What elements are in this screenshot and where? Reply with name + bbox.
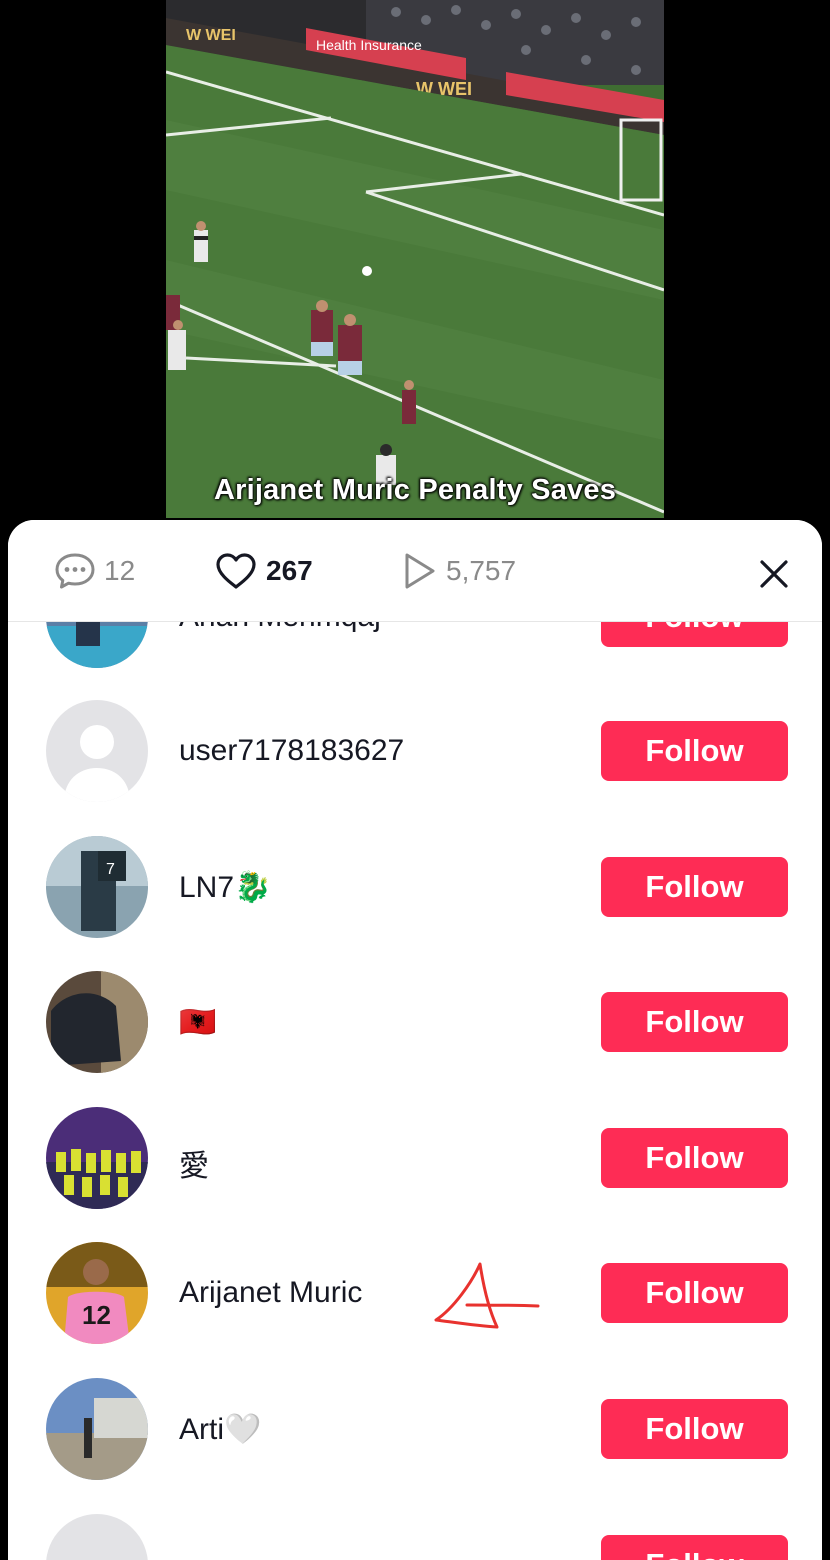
- username[interactable]: LN7🐉: [179, 870, 271, 905]
- comment-icon: [55, 553, 95, 589]
- avatar[interactable]: 12: [46, 1242, 148, 1344]
- list-item: 🇦🇱 Follow: [8, 971, 822, 1081]
- follow-button[interactable]: Follow: [601, 1128, 788, 1188]
- avatar[interactable]: [46, 1514, 148, 1560]
- likes-count: 267: [266, 555, 313, 586]
- views-tab[interactable]: 5,757: [398, 551, 516, 591]
- likes-sheet: 12 267 5,757 user7178183627 Follow 7 LN7…: [8, 520, 822, 1560]
- comments-count: 12: [104, 555, 136, 586]
- video-player[interactable]: W WEI Health Insurance W WEI W WEI: [166, 0, 664, 518]
- heart-icon: [216, 553, 256, 589]
- scribble-annotation: [434, 1262, 540, 1329]
- list-item: 愛 Follow: [8, 1107, 822, 1217]
- avatar[interactable]: [46, 700, 148, 802]
- follow-button[interactable]: Follow: [601, 857, 788, 917]
- stats-bar: 12 267 5,757: [8, 520, 822, 622]
- board-text: W WEI: [186, 27, 236, 44]
- avatar[interactable]: [46, 1378, 148, 1480]
- follow-button[interactable]: Follow: [601, 992, 788, 1052]
- svg-text:12: 12: [82, 1300, 111, 1330]
- username[interactable]: 愛: [179, 1141, 209, 1185]
- close-button[interactable]: [754, 554, 794, 594]
- follow-button[interactable]: Follow: [601, 1535, 788, 1560]
- username[interactable]: Arijanet Muric: [179, 1276, 362, 1310]
- svg-text:7: 7: [106, 861, 115, 878]
- list-item: Follow: [8, 1514, 822, 1560]
- username[interactable]: Arti🤍: [179, 1412, 261, 1447]
- avatar[interactable]: 7: [46, 836, 148, 938]
- list-item: 7 LN7🐉 Follow: [8, 836, 822, 946]
- views-count: 5,757: [446, 555, 517, 586]
- close-icon: [760, 560, 788, 588]
- ad-text: Health Insurance: [316, 37, 422, 53]
- list-item: 12 Arijanet Muric Follow: [8, 1242, 822, 1352]
- play-icon: [405, 553, 435, 589]
- avatar[interactable]: [46, 1107, 148, 1209]
- list-item: Arti🤍 Follow: [8, 1378, 822, 1488]
- list-item: user7178183627 Follow: [8, 700, 822, 810]
- video-caption: Arijanet Muric Penalty Saves: [213, 474, 617, 506]
- follow-button[interactable]: Follow: [601, 1399, 788, 1459]
- video-frame: W WEI Health Insurance W WEI W WEI: [166, 0, 664, 518]
- likes-tab[interactable]: 267: [214, 551, 313, 591]
- username[interactable]: user7178183627: [179, 734, 404, 768]
- comments-tab[interactable]: 12: [54, 551, 135, 591]
- follow-button[interactable]: Follow: [601, 721, 788, 781]
- avatar[interactable]: [46, 971, 148, 1073]
- username[interactable]: 🇦🇱: [179, 1005, 216, 1040]
- follow-button[interactable]: Follow: [601, 1263, 788, 1323]
